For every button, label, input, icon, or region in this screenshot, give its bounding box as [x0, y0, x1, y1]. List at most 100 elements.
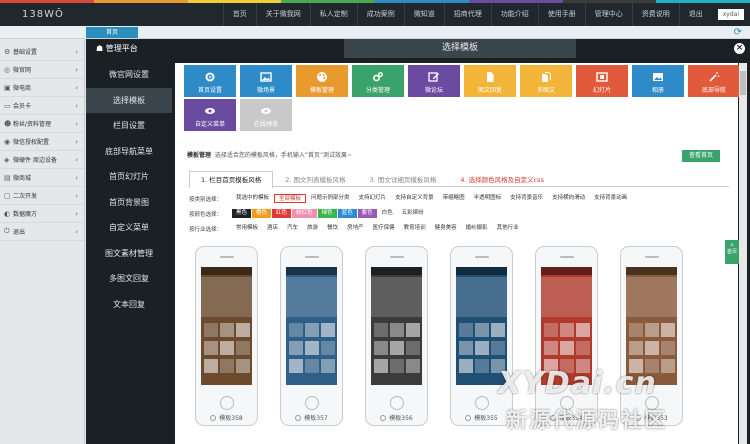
chip-thumbnail[interactable]: 带缩略图 — [439, 194, 469, 203]
menu-item-slides[interactable]: 首页幻灯片 — [86, 164, 172, 190]
sidebar-item-label: 数据魔方 — [13, 211, 38, 218]
chip-realestate[interactable]: 房地产 — [343, 224, 368, 233]
swatch-white[interactable]: 白色 — [378, 209, 397, 218]
tile-home-settings[interactable]: 首页设置 — [184, 65, 236, 97]
radio-icon[interactable] — [210, 415, 217, 421]
refresh-icon[interactable]: ⟳ — [734, 26, 742, 39]
tab-step-3[interactable]: 3. 图文详细页模板风格 — [358, 171, 449, 187]
menu-item-website-settings[interactable]: 微官网设置 — [86, 62, 172, 88]
nav-admin[interactable]: 管理中心 — [584, 3, 632, 26]
tile-forum[interactable]: 微论坛 — [408, 65, 460, 97]
menu-item-custom-menu[interactable]: 自定义菜单 — [86, 215, 172, 241]
swatch-blue[interactable]: 蓝色 — [337, 209, 357, 218]
side-home-button[interactable]: ⌂ 首页 — [725, 240, 739, 264]
view-home-button[interactable]: 查看首页 — [682, 150, 720, 162]
swatch-orange[interactable]: 橙色 — [252, 209, 272, 218]
top-navigation: 138WŌ 首页 关于微我网 私人定制 成功案例 微知道 招商代理 功能介绍 使… — [0, 3, 750, 26]
nav-home[interactable]: 首页 — [222, 3, 256, 26]
template-label[interactable]: 模板358 — [195, 413, 258, 422]
menu-item-materials[interactable]: 图文素材管理 — [86, 241, 172, 267]
sidebar-item-shop[interactable]: ▤ 微商城 › — [0, 169, 84, 187]
tab-step-1[interactable]: 1. 栏目首页模板风格 — [189, 171, 274, 188]
sidebar-item-dev[interactable]: ▢ 二次开发 › — [0, 187, 84, 205]
tab-step-2[interactable]: 2. 图文列表模板风格 — [273, 171, 357, 187]
sidebar-item-fans[interactable]: ☻ 粉丝/资料管理 › — [0, 115, 84, 133]
tab-home[interactable]: 首页 — [86, 27, 138, 38]
nav-agency[interactable]: 招商代理 — [443, 3, 491, 26]
swatch-purple[interactable]: 紫色 — [357, 209, 377, 218]
chip-wedding[interactable]: 婚纱摄影 — [462, 224, 492, 233]
chip-travel[interactable]: 旅游 — [303, 224, 322, 233]
scrollbar-thumb[interactable] — [740, 71, 746, 95]
tile-preview[interactable]: 在线预览 — [240, 99, 292, 131]
nav-pricing[interactable]: 资费说明 — [631, 3, 679, 26]
sidebar-item-member-card[interactable]: ▭ 会员卡 › — [0, 97, 84, 115]
radio-icon[interactable] — [295, 415, 302, 421]
tile-custom-menu[interactable]: 自定义菜单 — [184, 99, 236, 131]
tile-multi-news[interactable]: 多图文 — [520, 65, 572, 97]
chip-sample[interactable]: 问题示例部分类 — [307, 194, 354, 203]
menu-item-select-template[interactable]: 选择模板 — [86, 87, 172, 113]
tile-album[interactable]: 相册 — [632, 65, 684, 97]
tile-slides[interactable]: 幻灯片 — [576, 65, 628, 97]
chip-common[interactable]: 常用模板 — [232, 224, 262, 233]
nav-logout[interactable]: 退出 — [678, 3, 712, 26]
sidebar-item-ecommerce[interactable]: ▣ 微电商 › — [0, 79, 84, 97]
chip-all-templates[interactable]: 全部模板 — [274, 194, 307, 203]
chip-dining[interactable]: 餐饮 — [323, 224, 342, 233]
tile-template-manage[interactable]: 模板管理 — [296, 65, 348, 97]
chip-bg-animation[interactable]: 支持背景动画 — [590, 194, 631, 203]
chip-transparent-icon[interactable]: 半透明图标 — [470, 194, 506, 203]
nav-cases[interactable]: 成功案例 — [356, 3, 404, 26]
menu-item-background[interactable]: 首页背景图 — [86, 190, 172, 216]
nav-features[interactable]: 功能介绍 — [490, 3, 538, 26]
chip-fitness[interactable]: 健身美容 — [431, 224, 461, 233]
close-icon[interactable]: × — [734, 43, 745, 54]
chip-custom-bg[interactable]: 支持自定义背景 — [391, 194, 438, 203]
nav-custom[interactable]: 私人定制 — [309, 3, 357, 26]
chip-bg-music[interactable]: 支持背景音乐 — [506, 194, 547, 203]
template-card[interactable] — [195, 246, 258, 426]
sidebar-item-data[interactable]: ◐ 数据魔方 › — [0, 205, 84, 223]
template-label[interactable]: 模板357 — [280, 413, 343, 422]
tile-bottom-nav[interactable]: 底部导航 — [688, 65, 740, 97]
site-logo[interactable]: 138WŌ — [0, 9, 223, 20]
chip-car[interactable]: 汽车 — [283, 224, 302, 233]
tab-step-4[interactable]: 4. 选择颜色风格及自定义css — [448, 171, 556, 187]
swatch-pink[interactable]: 粉红色 — [292, 209, 317, 218]
swatch-red[interactable]: 红色 — [272, 209, 292, 218]
chip-hotel[interactable]: 酒店 — [263, 224, 282, 233]
nav-knowledge[interactable]: 微知道 — [403, 3, 444, 26]
swatch-green[interactable]: 绿色 — [317, 209, 337, 218]
tile-scene[interactable]: 微场景 — [240, 65, 292, 97]
chip-slides[interactable]: 支持幻灯片 — [355, 194, 391, 203]
nav-manual[interactable]: 使用手册 — [537, 3, 585, 26]
template-label[interactable]: 模板355 — [450, 413, 513, 422]
swatch-black[interactable]: 黑色 — [232, 209, 252, 218]
radio-icon[interactable] — [380, 415, 387, 421]
radio-icon[interactable] — [465, 415, 472, 421]
template-label[interactable]: 模板356 — [365, 413, 428, 422]
chip-horizontal-slide[interactable]: 支持横向滑动 — [548, 194, 589, 203]
chip-my-templates[interactable]: 我选中的模板 — [232, 194, 273, 203]
sidebar-item-hardware[interactable]: ◈ 微硬件 周边设备 › — [0, 151, 84, 169]
tile-category[interactable]: 分类管理 — [352, 65, 404, 97]
menu-item-columns[interactable]: 栏目设置 — [86, 113, 172, 139]
sidebar-item-website[interactable]: ◎ 微官网 › — [0, 61, 84, 79]
user-badge[interactable]: xydai — [717, 9, 744, 20]
scrollbar[interactable] — [739, 63, 747, 444]
nav-about[interactable]: 关于微我网 — [255, 3, 310, 26]
chip-education[interactable]: 教育培训 — [400, 224, 430, 233]
sidebar-item-exit[interactable]: ⏻ 退出 › — [0, 223, 84, 241]
template-card[interactable] — [280, 246, 343, 426]
menu-item-text-reply[interactable]: 文本回复 — [86, 292, 172, 318]
menu-item-bottom-nav[interactable]: 底部导航菜单 — [86, 139, 172, 165]
chip-medical[interactable]: 医疗保健 — [369, 224, 399, 233]
chip-other[interactable]: 其他行业 — [493, 224, 523, 233]
menu-item-multi-reply[interactable]: 多图文回复 — [86, 266, 172, 292]
sidebar-item-wechat-auth[interactable]: ◉ 微信授权配置 › — [0, 133, 84, 151]
swatch-colorful[interactable]: 五彩缤纷 — [398, 209, 428, 218]
sidebar-item-basic-settings[interactable]: ⚙ 基础设置 › — [0, 43, 84, 61]
tile-news-reply[interactable]: 图文回复 — [464, 65, 516, 97]
template-card[interactable] — [365, 246, 428, 426]
